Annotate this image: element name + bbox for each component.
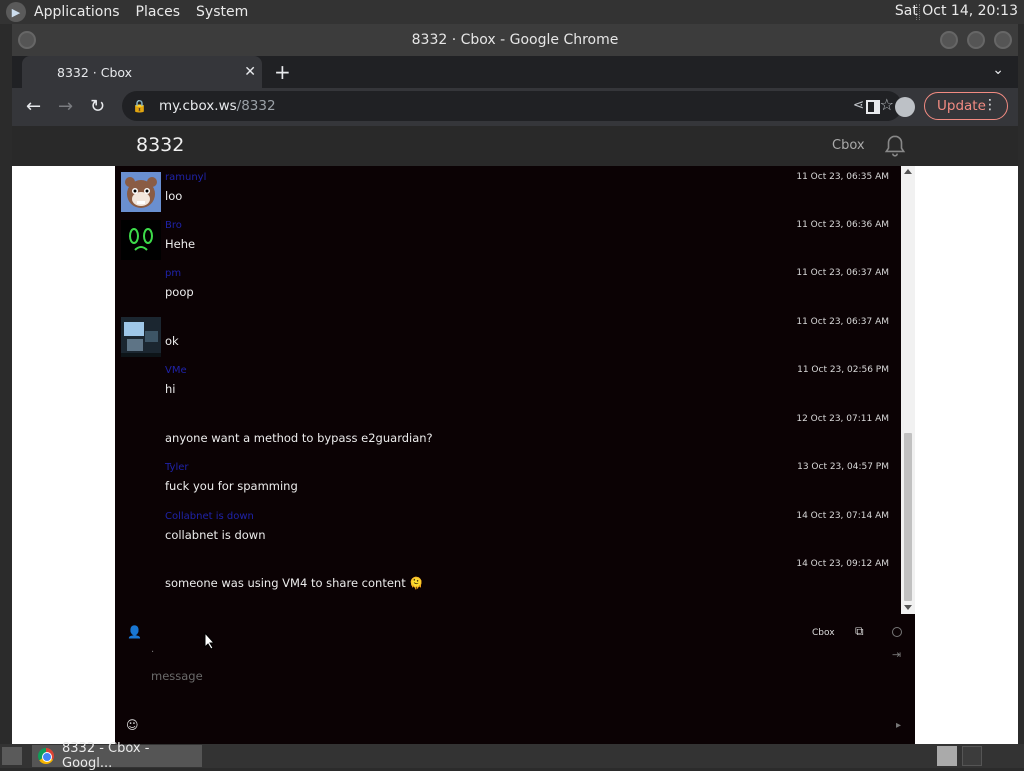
send-arrow-icon[interactable]: ▸ bbox=[896, 720, 901, 731]
message-author[interactable]: pm bbox=[165, 268, 181, 279]
message-text: hi bbox=[165, 382, 176, 396]
window-titlebar[interactable]: 8332 · Cbox - Google Chrome bbox=[12, 24, 1018, 56]
message-time: 11 Oct 23, 06:37 AM bbox=[796, 268, 889, 278]
message-time: 12 Oct 23, 07:11 AM bbox=[796, 414, 889, 424]
browser-toolbar: ← → ↻ 🔒 my.cbox.ws/8332 ⋖ ☆ Update ⋮ bbox=[12, 88, 1018, 126]
message-item: Tyler 13 Oct 23, 04:57 PM fuck you for s… bbox=[115, 458, 901, 506]
profile-avatar-icon[interactable] bbox=[895, 97, 915, 117]
tab-title: 8332 · Cbox bbox=[57, 64, 133, 80]
forward-arrow-icon[interactable]: → bbox=[58, 96, 73, 117]
message-text: fuck you for spamming bbox=[165, 479, 298, 493]
screens-avatar[interactable] bbox=[121, 317, 161, 357]
message-text: Hehe bbox=[165, 237, 196, 251]
cbox-brand-link[interactable]: Cbox bbox=[832, 138, 865, 153]
mouse-cursor-icon bbox=[204, 632, 216, 650]
message-time: 11 Oct 23, 06:37 AM bbox=[796, 317, 889, 327]
name-field-dot[interactable]: . bbox=[151, 644, 154, 655]
chat-footer: 👤 Cbox ⧉ ⇥ . ☺ ▸ bbox=[115, 614, 915, 744]
message-list[interactable]: ramunyl 11 Oct 23, 06:35 AM loo Bro 11 O… bbox=[115, 166, 901, 614]
clock[interactable]: Sat Oct 14, 20:13 bbox=[895, 3, 1018, 19]
workspace-2[interactable] bbox=[962, 746, 982, 766]
minimize-icon[interactable] bbox=[940, 31, 958, 49]
tab-close-icon[interactable]: ✕ bbox=[244, 64, 256, 80]
more-vert-icon[interactable]: ⋮ bbox=[983, 97, 997, 113]
bottom-taskbar: 8332 - Cbox - Googl... bbox=[0, 741, 1024, 771]
message-author[interactable]: Tyler bbox=[165, 462, 189, 473]
message-author[interactable]: Collabnet is down bbox=[165, 511, 254, 522]
user-icon[interactable]: 👤 bbox=[127, 625, 142, 639]
cbox-footer-link[interactable]: Cbox bbox=[812, 628, 835, 638]
message-time: 14 Oct 23, 07:14 AM bbox=[796, 511, 889, 521]
reload-icon[interactable]: ↻ bbox=[90, 96, 105, 117]
message-text: ok bbox=[165, 334, 179, 348]
scroll-up-icon[interactable] bbox=[904, 169, 912, 174]
login-icon[interactable]: ⇥ bbox=[892, 648, 901, 661]
message-time: 11 Oct 23, 06:35 AM bbox=[796, 172, 889, 182]
message-item: 12 Oct 23, 07:11 AM anyone want a method… bbox=[115, 410, 901, 458]
address-bar[interactable]: 🔒 my.cbox.ws/8332 ⋖ ☆ bbox=[122, 91, 902, 121]
message-text: collabnet is down bbox=[165, 528, 266, 542]
close-window-icon[interactable] bbox=[994, 31, 1012, 49]
tab-strip: 8332 · Cbox ✕ + ⌄ bbox=[12, 56, 1018, 88]
chat-scrollbar[interactable] bbox=[901, 166, 915, 614]
browser-window: 8332 · Cbox - Google Chrome 8332 · Cbox … bbox=[12, 24, 1018, 744]
popout-icon[interactable]: ⧉ bbox=[855, 624, 864, 639]
message-item: VMe 11 Oct 23, 02:56 PM hi bbox=[115, 361, 901, 409]
update-label: Update bbox=[937, 98, 986, 114]
message-item: 11 Oct 23, 06:37 AM ok bbox=[115, 313, 901, 361]
smiley-icon[interactable]: ☺ bbox=[126, 718, 139, 732]
show-desktop-icon[interactable] bbox=[2, 747, 22, 765]
update-button[interactable]: Update ⋮ bbox=[924, 92, 1008, 120]
window-menu-icon[interactable] bbox=[18, 31, 36, 49]
chrome-icon bbox=[38, 748, 54, 764]
message-text: anyone want a method to bypass e2guardia… bbox=[165, 431, 433, 445]
tab-cbox[interactable]: 8332 · Cbox ✕ bbox=[22, 56, 262, 88]
url-host: my.cbox.ws bbox=[158, 98, 237, 114]
new-tab-icon[interactable]: + bbox=[274, 60, 291, 84]
bear-avatar[interactable] bbox=[121, 172, 161, 212]
places-menu[interactable]: Places bbox=[136, 4, 181, 20]
message-author[interactable]: VMe bbox=[165, 365, 187, 376]
message-text: someone was using VM4 to share content 🫠 bbox=[165, 576, 424, 590]
url-path: /8332 bbox=[236, 98, 276, 114]
window-title: 8332 · Cbox - Google Chrome bbox=[411, 32, 619, 48]
back-arrow-icon[interactable]: ← bbox=[26, 96, 41, 117]
cbox-header: 8332 Cbox bbox=[12, 126, 1018, 166]
share-icon[interactable]: ⋖ bbox=[853, 97, 864, 113]
message-text: poop bbox=[165, 285, 194, 299]
taskbar-chrome-window[interactable]: 8332 - Cbox - Googl... bbox=[32, 741, 202, 771]
message-time: 14 Oct 23, 09:12 AM bbox=[796, 559, 889, 569]
tab-search-chevron-icon[interactable]: ⌄ bbox=[992, 62, 1004, 78]
scroll-thumb[interactable] bbox=[904, 433, 912, 601]
message-item: Collabnet is down 14 Oct 23, 07:14 AM co… bbox=[115, 507, 901, 555]
gnome-foot-icon[interactable]: ▶ bbox=[6, 2, 26, 22]
applications-menu[interactable]: Applications bbox=[34, 4, 120, 20]
message-item: pm 11 Oct 23, 06:37 AM poop bbox=[115, 264, 901, 312]
green-eyes-avatar[interactable] bbox=[121, 220, 161, 260]
scroll-down-icon[interactable] bbox=[904, 605, 912, 610]
chat-box: ramunyl 11 Oct 23, 06:35 AM loo Bro 11 O… bbox=[115, 166, 915, 744]
taskbar-task-label: 8332 - Cbox - Googl... bbox=[62, 741, 150, 771]
lock-icon[interactable]: 🔒 bbox=[132, 99, 147, 113]
bookmark-star-icon[interactable]: ☆ bbox=[880, 95, 894, 114]
message-author[interactable]: Bro bbox=[165, 220, 182, 231]
message-text: loo bbox=[165, 189, 183, 203]
message-time: 11 Oct 23, 06:36 AM bbox=[796, 220, 889, 230]
message-author[interactable]: ramunyl bbox=[165, 172, 206, 183]
message-item: Bro 11 Oct 23, 06:36 AM Hehe bbox=[115, 216, 901, 264]
maximize-icon[interactable] bbox=[967, 31, 985, 49]
workspace-1[interactable] bbox=[937, 746, 957, 766]
message-time: 11 Oct 23, 02:56 PM bbox=[797, 365, 889, 375]
message-time: 13 Oct 23, 04:57 PM bbox=[797, 462, 889, 472]
room-title: 8332 bbox=[136, 134, 185, 156]
message-item: 14 Oct 23, 09:12 AM someone was using VM… bbox=[115, 555, 901, 603]
top-panel: ▶ Applications Places System Sat Oct 14,… bbox=[0, 0, 1024, 24]
page-viewport: 8332 Cbox ramunyl 11 Oct 23, 06:35 AM lo… bbox=[12, 126, 1018, 744]
message-item: ramunyl 11 Oct 23, 06:35 AM loo bbox=[115, 168, 901, 216]
system-menu[interactable]: System bbox=[196, 4, 248, 20]
notification-bell-icon[interactable] bbox=[882, 133, 908, 159]
status-circle-icon[interactable] bbox=[892, 627, 902, 637]
message-input[interactable] bbox=[151, 664, 851, 688]
side-panel-icon[interactable] bbox=[866, 100, 880, 114]
